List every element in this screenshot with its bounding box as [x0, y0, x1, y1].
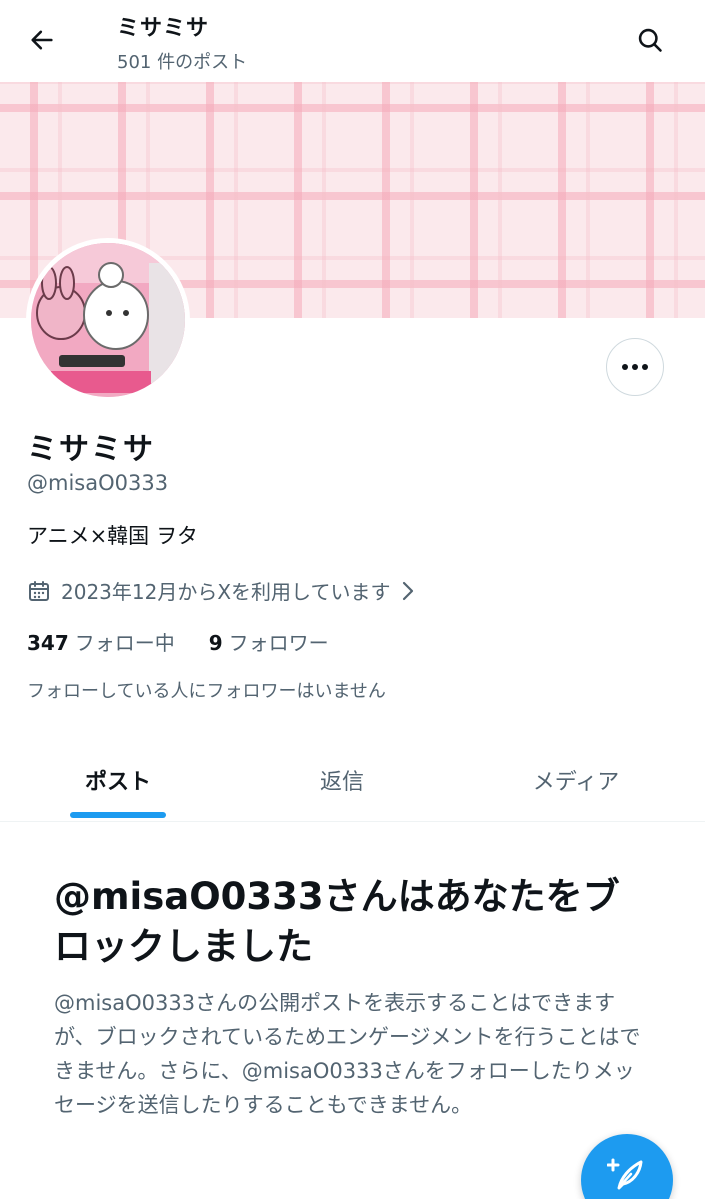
- followers-label: フォロワー: [228, 631, 329, 655]
- tab-replies[interactable]: 返信: [254, 738, 430, 822]
- header-title: ミサミサ: [117, 16, 210, 41]
- display-name: ミサミサ: [27, 432, 155, 467]
- profile-bio: アニメ×韓国 ヲタ: [27, 524, 198, 548]
- search-icon: [638, 28, 662, 52]
- profile-tabs: ポスト 返信 メディア: [0, 738, 705, 822]
- joined-text: 2023年12月からXを利用しています: [61, 580, 391, 604]
- more-horizontal-icon: [622, 364, 648, 370]
- arrow-left-icon: [31, 30, 53, 50]
- following-label: フォロー中: [74, 631, 175, 655]
- blocked-description: @misaO0333さんの公開ポストを表示することはできますが、ブロックされてい…: [54, 991, 641, 1117]
- tab-media[interactable]: メディア: [488, 738, 664, 822]
- joined-date[interactable]: 2023年12月からXを利用しています: [27, 576, 416, 605]
- back-button[interactable]: [22, 20, 62, 60]
- followers-link[interactable]: 9 フォロワー: [209, 627, 329, 656]
- following-count: 347: [27, 631, 69, 655]
- follow-stats: 347 フォロー中 9 フォロワー: [27, 627, 329, 656]
- compose-button[interactable]: [581, 1134, 673, 1199]
- post-count: 501 件のポスト: [117, 52, 248, 73]
- more-options-button[interactable]: [606, 338, 664, 396]
- followers-count: 9: [208, 631, 223, 655]
- avatar-image: [31, 243, 185, 397]
- compose-post-icon: [607, 1158, 643, 1190]
- search-button[interactable]: [630, 20, 670, 60]
- chevron-right-icon: [403, 581, 414, 600]
- user-handle: @misaO0333: [27, 471, 169, 495]
- tab-posts[interactable]: ポスト: [30, 738, 206, 822]
- following-link[interactable]: 347 フォロー中: [27, 627, 175, 656]
- calendar-icon: [29, 580, 49, 601]
- mutual-followers-note: フォローしている人にフォロワーはいません: [27, 681, 386, 702]
- blocked-title: @misaO0333さんはあなたをブロックしました: [54, 875, 620, 968]
- profile-page: ミサミサ 501 件のポスト ミサミサ @misaO0333 アニメ×韓国 ヲタ…: [0, 0, 705, 1199]
- top-bar: ミサミサ 501 件のポスト: [0, 0, 705, 82]
- active-tab-indicator: [70, 812, 166, 818]
- avatar[interactable]: [26, 238, 190, 402]
